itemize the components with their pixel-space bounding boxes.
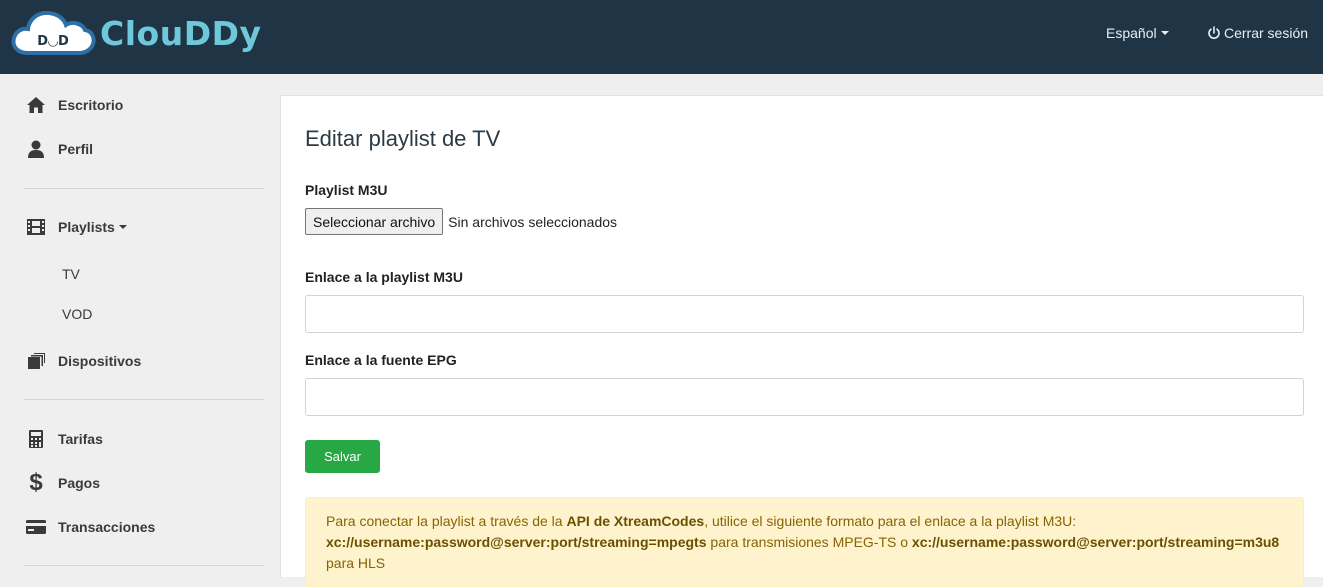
logout-link[interactable]: Cerrar sesión bbox=[1207, 25, 1308, 41]
alert-text: , utilice el siguiente formato para el e… bbox=[704, 513, 1077, 529]
language-label: Español bbox=[1106, 25, 1157, 41]
sidebar-item-label: Transacciones bbox=[58, 519, 156, 535]
m3u-file-input[interactable]: Seleccionar archivo Sin archivos selecci… bbox=[305, 208, 617, 235]
sidebar-item-label: Playlists bbox=[58, 219, 115, 235]
page-title: Editar playlist de TV bbox=[305, 126, 501, 151]
epg-input[interactable] bbox=[305, 378, 1304, 416]
main-content: Editar playlist de TV Playlist M3U Selec… bbox=[280, 95, 1323, 587]
file-status: Sin archivos seleccionados bbox=[448, 213, 618, 230]
m3u-link-label: Enlace a la playlist M3U bbox=[305, 269, 463, 285]
logout-label: Cerrar sesión bbox=[1224, 25, 1309, 41]
top-navbar: D◡D ClouDDy Español Cerrar sesión bbox=[0, 0, 1323, 74]
save-button[interactable]: Salvar bbox=[305, 440, 380, 473]
power-icon bbox=[1208, 26, 1220, 39]
sidebar-item-label: Pagos bbox=[58, 475, 101, 491]
sidebar-subitem-tv[interactable]: TV bbox=[62, 266, 80, 282]
m3u-file-label: Playlist M3U bbox=[305, 182, 388, 198]
xtreamcodes-info-alert: Para conectar la playlist a través de la… bbox=[305, 497, 1304, 587]
sidebar-item-tarifas[interactable]: Tarifas bbox=[24, 428, 103, 450]
alert-text: para transmisiones MPEG-TS o bbox=[706, 534, 912, 550]
sidebar-item-transacciones[interactable]: Transacciones bbox=[24, 516, 155, 538]
dollar-icon: $ bbox=[29, 469, 43, 496]
cloud-logo-icon: D◡D bbox=[11, 10, 96, 55]
alert-text: Para conectar la playlist a través de la bbox=[326, 513, 567, 529]
sidebar-divider bbox=[24, 188, 264, 189]
logo-badge-text: D◡D bbox=[37, 34, 69, 49]
language-dropdown[interactable]: Español bbox=[1106, 25, 1169, 41]
credit-card-icon bbox=[24, 516, 48, 538]
sidebar-subitem-vod[interactable]: VOD bbox=[62, 306, 92, 322]
sidebar-item-label: Perfil bbox=[58, 141, 94, 157]
user-icon bbox=[24, 138, 48, 160]
epg-label: Enlace a la fuente EPG bbox=[305, 352, 457, 368]
sidebar: Escritorio Perfil Playlists TV VOD Dispo… bbox=[0, 74, 279, 577]
sidebar-item-label: Tarifas bbox=[58, 431, 103, 447]
m3u-link-input[interactable] bbox=[305, 295, 1304, 333]
sidebar-divider bbox=[24, 565, 264, 566]
sidebar-item-label: Escritorio bbox=[58, 97, 124, 113]
alert-bold-mpegts-format: xc://username:password@server:port/strea… bbox=[326, 534, 707, 550]
alert-bold-api: API de XtreamCodes bbox=[566, 513, 705, 529]
alert-bold-m3u8-format: xc://username:password@server:port/strea… bbox=[911, 534, 1280, 550]
calculator-icon bbox=[24, 428, 48, 450]
logo[interactable]: D◡D ClouDDy bbox=[10, 9, 262, 57]
sidebar-divider bbox=[24, 399, 264, 400]
logo-text: ClouDDy bbox=[100, 13, 262, 53]
choose-file-button[interactable]: Seleccionar archivo bbox=[305, 208, 444, 235]
sidebar-item-dispositivos[interactable]: Dispositivos bbox=[24, 350, 141, 372]
film-icon bbox=[24, 216, 48, 238]
sidebar-item-playlists[interactable]: Playlists bbox=[24, 216, 127, 238]
alert-text: para HLS bbox=[326, 555, 386, 571]
devices-icon bbox=[24, 350, 48, 372]
sidebar-item-pagos[interactable]: $ Pagos bbox=[24, 469, 101, 496]
caret-down-icon bbox=[1160, 31, 1169, 35]
sidebar-item-escritorio[interactable]: Escritorio bbox=[24, 94, 123, 116]
sidebar-item-perfil[interactable]: Perfil bbox=[24, 138, 93, 160]
caret-down-icon bbox=[118, 225, 127, 229]
home-icon bbox=[24, 94, 48, 116]
sidebar-item-label: Dispositivos bbox=[58, 353, 142, 369]
